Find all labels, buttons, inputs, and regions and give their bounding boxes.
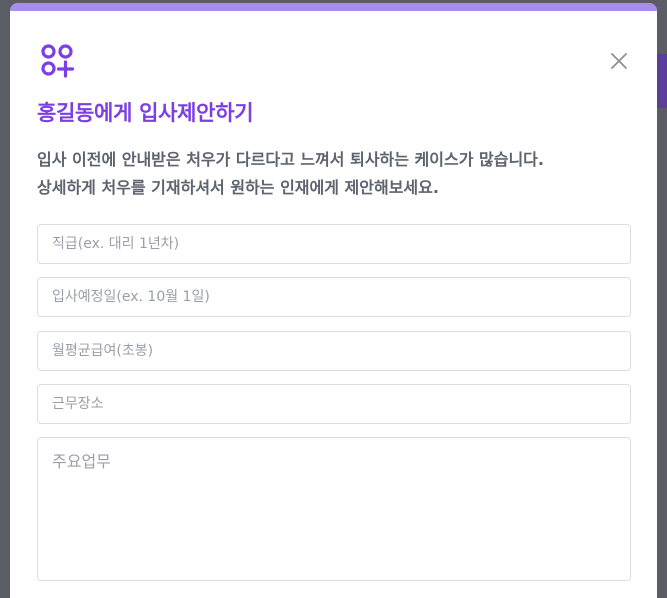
position-input[interactable] bbox=[37, 224, 631, 264]
location-input[interactable] bbox=[37, 384, 631, 424]
offer-modal: 홍길동에게 입사제안하기 입사 이전에 안내받은 처우가 다르다고 느껴서 퇴사… bbox=[10, 3, 657, 598]
modal-title: 홍길동에게 입사제안하기 bbox=[37, 101, 254, 125]
description-line-1: 입사 이전에 안내받은 처우가 다르다고 느껴서 퇴사하는 케이스가 많습니다. bbox=[37, 150, 544, 169]
description-line-2: 상세하게 처우를 기재하셔서 원하는 인재에게 제안해보세요. bbox=[37, 178, 439, 197]
logo-icon bbox=[41, 44, 75, 78]
salary-input[interactable] bbox=[37, 331, 631, 371]
start-date-input[interactable] bbox=[37, 277, 631, 317]
modal-description: 입사 이전에 안내받은 처우가 다르다고 느껴서 퇴사하는 케이스가 많습니다.… bbox=[37, 146, 637, 202]
close-icon[interactable] bbox=[609, 51, 629, 71]
duties-textarea[interactable] bbox=[37, 437, 631, 581]
modal-top-bar bbox=[10, 3, 657, 11]
